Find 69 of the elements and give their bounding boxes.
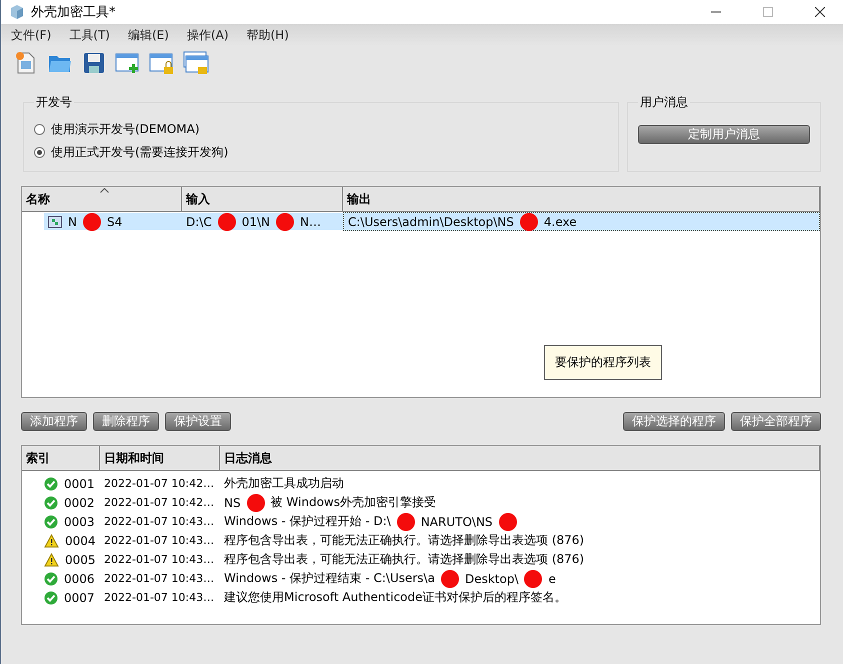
sort-caret-icon — [100, 188, 109, 193]
table-cell: 0007 — [22, 588, 100, 607]
table-cell-text: NS 被 Windows外壳加密引擎接受 — [223, 493, 437, 512]
radio-label: 使用演示开发号(DEMOMA) — [51, 121, 200, 138]
table-cell-text: 2022-01-07 10:43… — [103, 552, 216, 568]
redaction-mark — [276, 212, 294, 230]
column-header[interactable]: 名称 — [22, 187, 182, 211]
table-cell-text: 2022-01-07 10:42… — [103, 476, 216, 492]
table-cell-text: 2022-01-07 10:43… — [103, 590, 216, 606]
window-lock-icon[interactable] — [149, 51, 175, 75]
radio-button[interactable] — [34, 147, 45, 158]
maximize-icon — [763, 7, 773, 17]
window-title: 外壳加密工具* — [31, 4, 116, 21]
check-icon — [44, 590, 58, 604]
check-icon — [44, 496, 58, 510]
table-cell-text: 程序包含导出表，可能无法正确执行。请选择删除导出表选项 (876) — [223, 532, 586, 549]
redaction-mark — [520, 212, 538, 230]
table-cell-text: 2022-01-07 10:42… — [103, 495, 216, 511]
table-cell: 0002 — [22, 493, 100, 512]
table-cell-text: 建议您使用Microsoft Authenticode证书对保护后的程序签名。 — [223, 589, 568, 606]
group-title: 开发号 — [34, 94, 74, 111]
close-icon — [815, 7, 825, 17]
check-icon — [44, 572, 58, 586]
table-cell: 0004 — [22, 531, 100, 550]
menu-item[interactable]: 文件(F) — [11, 26, 52, 44]
table-cell-text: Windows - 保护过程结束 - C:\Users\a Desktop\ e — [223, 569, 557, 588]
column-header[interactable]: 输出 — [343, 187, 820, 211]
redaction-mark — [82, 212, 101, 230]
program-icon — [48, 216, 62, 228]
table-cell[interactable]: C:\Users\admin\Desktop\NS 4.exe — [343, 212, 820, 231]
warning-icon — [44, 552, 59, 566]
menu-item[interactable]: 编辑(E) — [128, 26, 169, 44]
table-cell: 0001 — [22, 474, 100, 493]
table-cell[interactable]: D:\C 01\N N… — [182, 213, 343, 230]
save-icon[interactable] — [83, 52, 105, 74]
redaction-mark — [218, 212, 236, 230]
table-cell-text: 程序包含导出表，可能无法正确执行。请选择删除导出表选项 (876) — [223, 551, 586, 568]
table-cell: 0005 — [22, 550, 100, 569]
table-cell-text: 外壳加密工具成功启动 — [223, 475, 345, 492]
redaction-mark — [440, 570, 459, 588]
redaction-mark — [524, 570, 542, 588]
redaction-mark — [396, 512, 415, 530]
custom-message-button[interactable]: 定制用户消息 — [638, 125, 810, 144]
app-cube-icon — [9, 4, 25, 20]
table-cell: 0006 — [22, 569, 100, 588]
redaction-mark — [246, 494, 265, 512]
column-header[interactable]: 日期和时间 — [100, 446, 220, 470]
menu-item[interactable]: 操作(A) — [186, 26, 228, 44]
menu-item[interactable]: 工具(T) — [69, 26, 110, 44]
tooltip: 要保护的程序列表 — [544, 345, 662, 380]
warning-icon — [44, 534, 59, 548]
table-cell-text: 2022-01-07 10:43… — [103, 533, 216, 549]
table-cell[interactable]: N S4 — [44, 213, 182, 230]
column-header[interactable]: 日志消息 — [220, 446, 820, 470]
table-cell-text: 2022-01-07 10:43… — [103, 514, 216, 530]
check-icon — [44, 514, 58, 528]
column-header[interactable]: 输入 — [182, 187, 343, 211]
table-cell-text: 2022-01-07 10:43… — [103, 571, 216, 587]
new-file-icon[interactable] — [15, 51, 37, 75]
check-icon — [44, 476, 58, 490]
window-add-icon[interactable] — [115, 51, 141, 75]
column-header[interactable]: 索引 — [22, 446, 100, 470]
menu-item[interactable]: 帮助(H) — [246, 26, 289, 44]
radio-button[interactable] — [34, 124, 45, 135]
table-cell: Windows - 保护过程开始 - D:\ NARUTO\NS — [220, 512, 820, 531]
table-cell: 0003 — [22, 512, 100, 531]
radio-label: 使用正式开发号(需要连接开发狗) — [51, 144, 228, 161]
group-title: 用户消息 — [638, 94, 690, 111]
windows-lock-icon[interactable] — [183, 51, 209, 75]
